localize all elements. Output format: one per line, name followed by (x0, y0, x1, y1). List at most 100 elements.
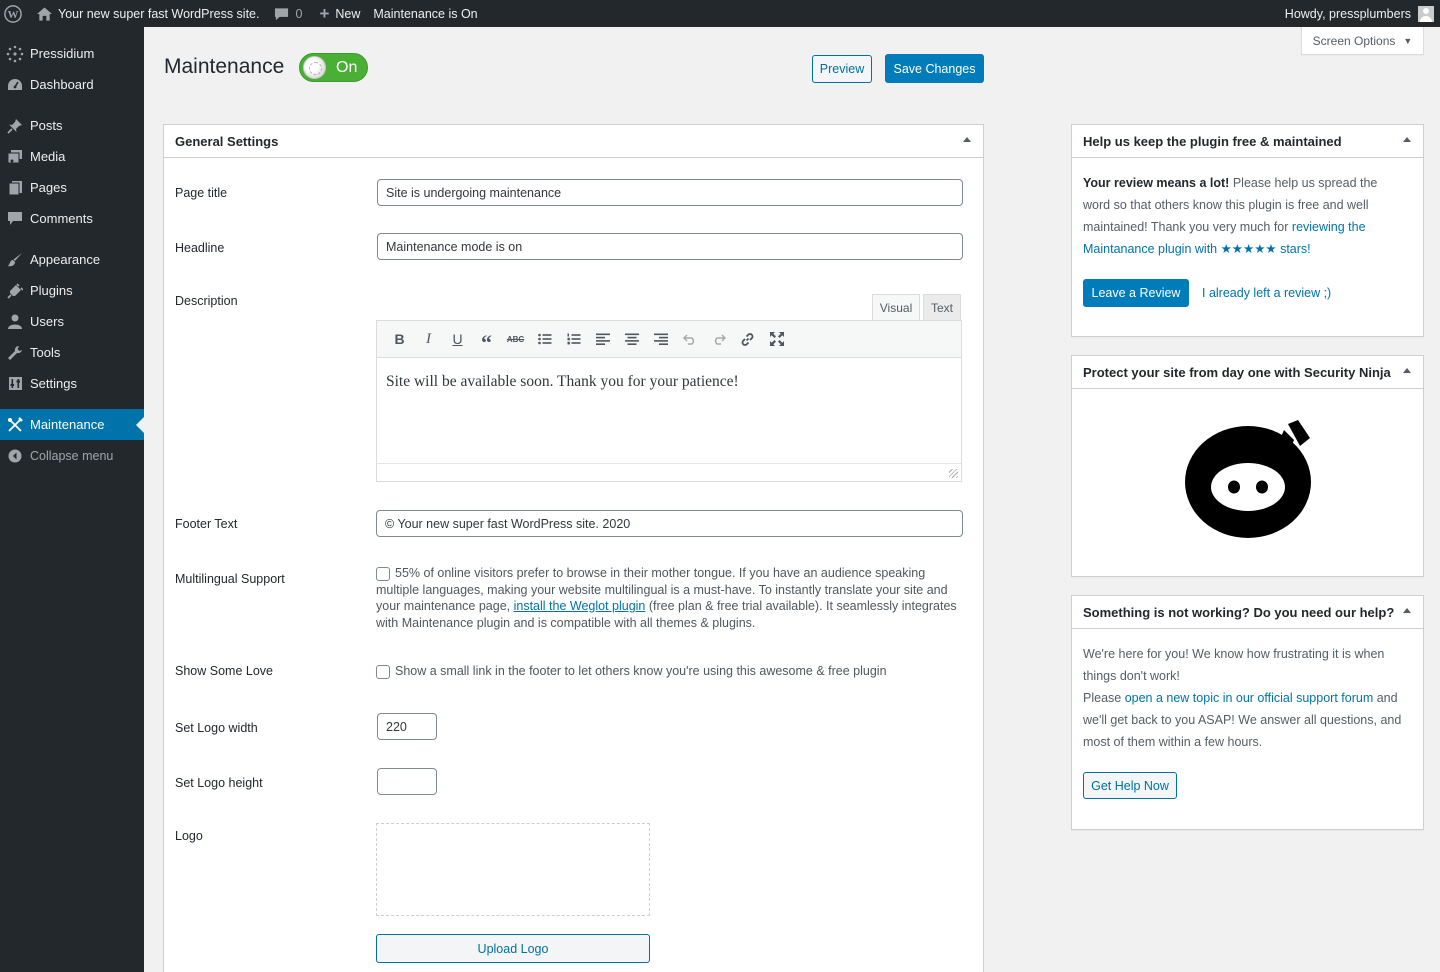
review-box-header[interactable]: Help us keep the plugin free & maintaine… (1072, 125, 1423, 158)
footer-text-label: Footer Text (175, 517, 238, 531)
pin-icon (0, 118, 30, 134)
italic-icon[interactable]: I (414, 326, 443, 352)
upload-logo-button[interactable]: Upload Logo (376, 934, 650, 963)
align-center-icon[interactable] (617, 326, 646, 352)
save-changes-button[interactable]: Save Changes (885, 54, 984, 83)
plug-icon (0, 282, 30, 299)
align-left-icon[interactable] (588, 326, 617, 352)
sidebar-item-label: Plugins (30, 283, 73, 298)
collapse-arrow-icon[interactable] (1403, 368, 1411, 373)
sidebar-item-media[interactable]: Media (0, 141, 144, 172)
support-forum-link[interactable]: open a new topic in our official support… (1125, 691, 1374, 705)
security-ninja-header[interactable]: Protect your site from day one with Secu… (1072, 356, 1423, 389)
upload-logo-label: Upload Logo (477, 941, 549, 956)
sidebar-item-maintenance[interactable]: Maintenance (0, 409, 144, 440)
bullet-list-icon[interactable] (530, 326, 559, 352)
new-label: New (335, 6, 361, 21)
headline-input[interactable]: Maintenance mode is on (377, 233, 963, 260)
collapse-arrow-icon[interactable] (1403, 137, 1411, 142)
sidebar-item-label: Media (30, 149, 66, 164)
logo-label: Logo (175, 829, 203, 843)
sidebar-item-label: Posts (30, 118, 63, 133)
sidebar-item-appearance[interactable]: Appearance (0, 244, 144, 275)
bold-icon[interactable]: B (385, 326, 414, 352)
description-editor-content[interactable]: Site will be available soon. Thank you f… (377, 359, 961, 463)
show-some-love-text: Show a small link in the footer to let o… (395, 664, 887, 678)
link-icon[interactable] (733, 326, 762, 352)
sidebar-item-pressidium[interactable]: Pressidium (0, 38, 144, 69)
help-text-1: We're here for you! We know how frustrat… (1083, 647, 1385, 683)
strikethrough-icon[interactable]: ABC (501, 326, 530, 352)
already-reviewed-link[interactable]: I already left a review ;) (1202, 279, 1331, 307)
show-some-love-checkbox[interactable] (376, 665, 390, 679)
general-settings-header[interactable]: General Settings (164, 125, 983, 158)
description-editor: B I U “ ABC Site will be available soon.… (376, 320, 962, 482)
sidebar-item-label: Pages (30, 180, 67, 195)
brush-icon (0, 252, 30, 268)
sidebar-item-plugins[interactable]: Plugins (0, 275, 144, 306)
sidebar-item-label: Dashboard (30, 77, 94, 92)
align-right-icon[interactable] (646, 326, 675, 352)
editor-statusbar (377, 463, 961, 481)
collapse-menu-button[interactable]: Collapse menu (0, 440, 144, 471)
collapse-arrow-icon[interactable] (1403, 608, 1411, 613)
screen-options-button[interactable]: Screen Options ▼ (1301, 27, 1424, 55)
sidebar-item-label: Users (30, 314, 64, 329)
sidebar-item-label: Appearance (30, 252, 101, 267)
sidebar-item-pages[interactable]: Pages (0, 172, 144, 203)
preview-button[interactable]: Preview (812, 55, 872, 83)
editor-toolbar: B I U “ ABC (377, 321, 961, 358)
resize-handle-icon[interactable] (949, 469, 958, 478)
help-box-title: Something is not working? Do you need ou… (1083, 604, 1395, 620)
multilingual-label: Multilingual Support (175, 572, 285, 586)
security-ninja-logo[interactable] (1182, 416, 1312, 541)
home-icon (37, 6, 52, 21)
review-box: Help us keep the plugin free & maintaine… (1071, 124, 1424, 337)
redo-icon[interactable] (704, 326, 733, 352)
security-ninja-box: Protect your site from day one with Secu… (1071, 355, 1424, 577)
sidebar-item-settings[interactable]: Settings (0, 368, 144, 399)
comment-icon (274, 7, 289, 21)
site-name: Your new super fast WordPress site. (58, 6, 260, 21)
sidebar-item-users[interactable]: Users (0, 306, 144, 337)
comments-count: 0 (295, 6, 303, 21)
fullscreen-icon[interactable] (762, 326, 791, 352)
media-icon (0, 149, 30, 164)
wordpress-logo-icon[interactable]: W (0, 0, 29, 27)
multilingual-description: 55% of online visitors prefer to browse … (376, 565, 966, 631)
sidebar-item-comments[interactable]: Comments (0, 203, 144, 234)
user-icon (0, 314, 30, 329)
get-help-button[interactable]: Get Help Now (1083, 772, 1177, 799)
page-title: Maintenance (164, 55, 285, 78)
logo-height-input[interactable] (377, 768, 437, 795)
collapse-arrow-icon[interactable] (963, 137, 971, 142)
sidebar-item-label: Maintenance (30, 417, 105, 432)
site-name-link[interactable]: Your new super fast WordPress site. (29, 0, 266, 27)
maintenance-status-link[interactable]: Maintenance is On (367, 0, 484, 27)
undo-icon[interactable] (675, 326, 704, 352)
sidebar-item-posts[interactable]: Posts (0, 110, 144, 141)
underline-icon[interactable]: U (443, 326, 472, 352)
tab-text[interactable]: Text (923, 294, 961, 320)
my-account-link[interactable]: Howdy, pressplumbers (1278, 0, 1440, 27)
page-title-input[interactable]: Site is undergoing maintenance (377, 179, 963, 206)
logo-width-label: Set Logo width (175, 721, 258, 735)
blockquote-icon[interactable]: “ (472, 326, 501, 355)
maintenance-toggle[interactable]: On (299, 53, 368, 82)
numbered-list-icon[interactable] (559, 326, 588, 352)
sidebar-item-label: Collapse menu (30, 448, 114, 463)
comments-link[interactable]: 0 (266, 0, 309, 27)
help-box-header[interactable]: Something is not working? Do you need ou… (1072, 596, 1423, 629)
footer-text-input[interactable]: © Your new super fast WordPress site. 20… (376, 510, 963, 537)
tab-visual[interactable]: Visual (872, 294, 920, 320)
security-ninja-title: Protect your site from day one with Secu… (1083, 364, 1391, 380)
pages-icon (0, 180, 30, 196)
sidebar-item-dashboard[interactable]: Dashboard (0, 69, 144, 100)
review-box-title: Help us keep the plugin free & maintaine… (1083, 133, 1342, 149)
new-content-link[interactable]: + New (309, 0, 367, 27)
leave-review-button[interactable]: Leave a Review (1083, 279, 1189, 307)
weglot-link[interactable]: install the Weglot plugin (514, 599, 646, 613)
show-some-love-label: Show Some Love (175, 664, 273, 678)
logo-width-input[interactable]: 220 (377, 713, 437, 740)
sidebar-item-tools[interactable]: Tools (0, 337, 144, 368)
